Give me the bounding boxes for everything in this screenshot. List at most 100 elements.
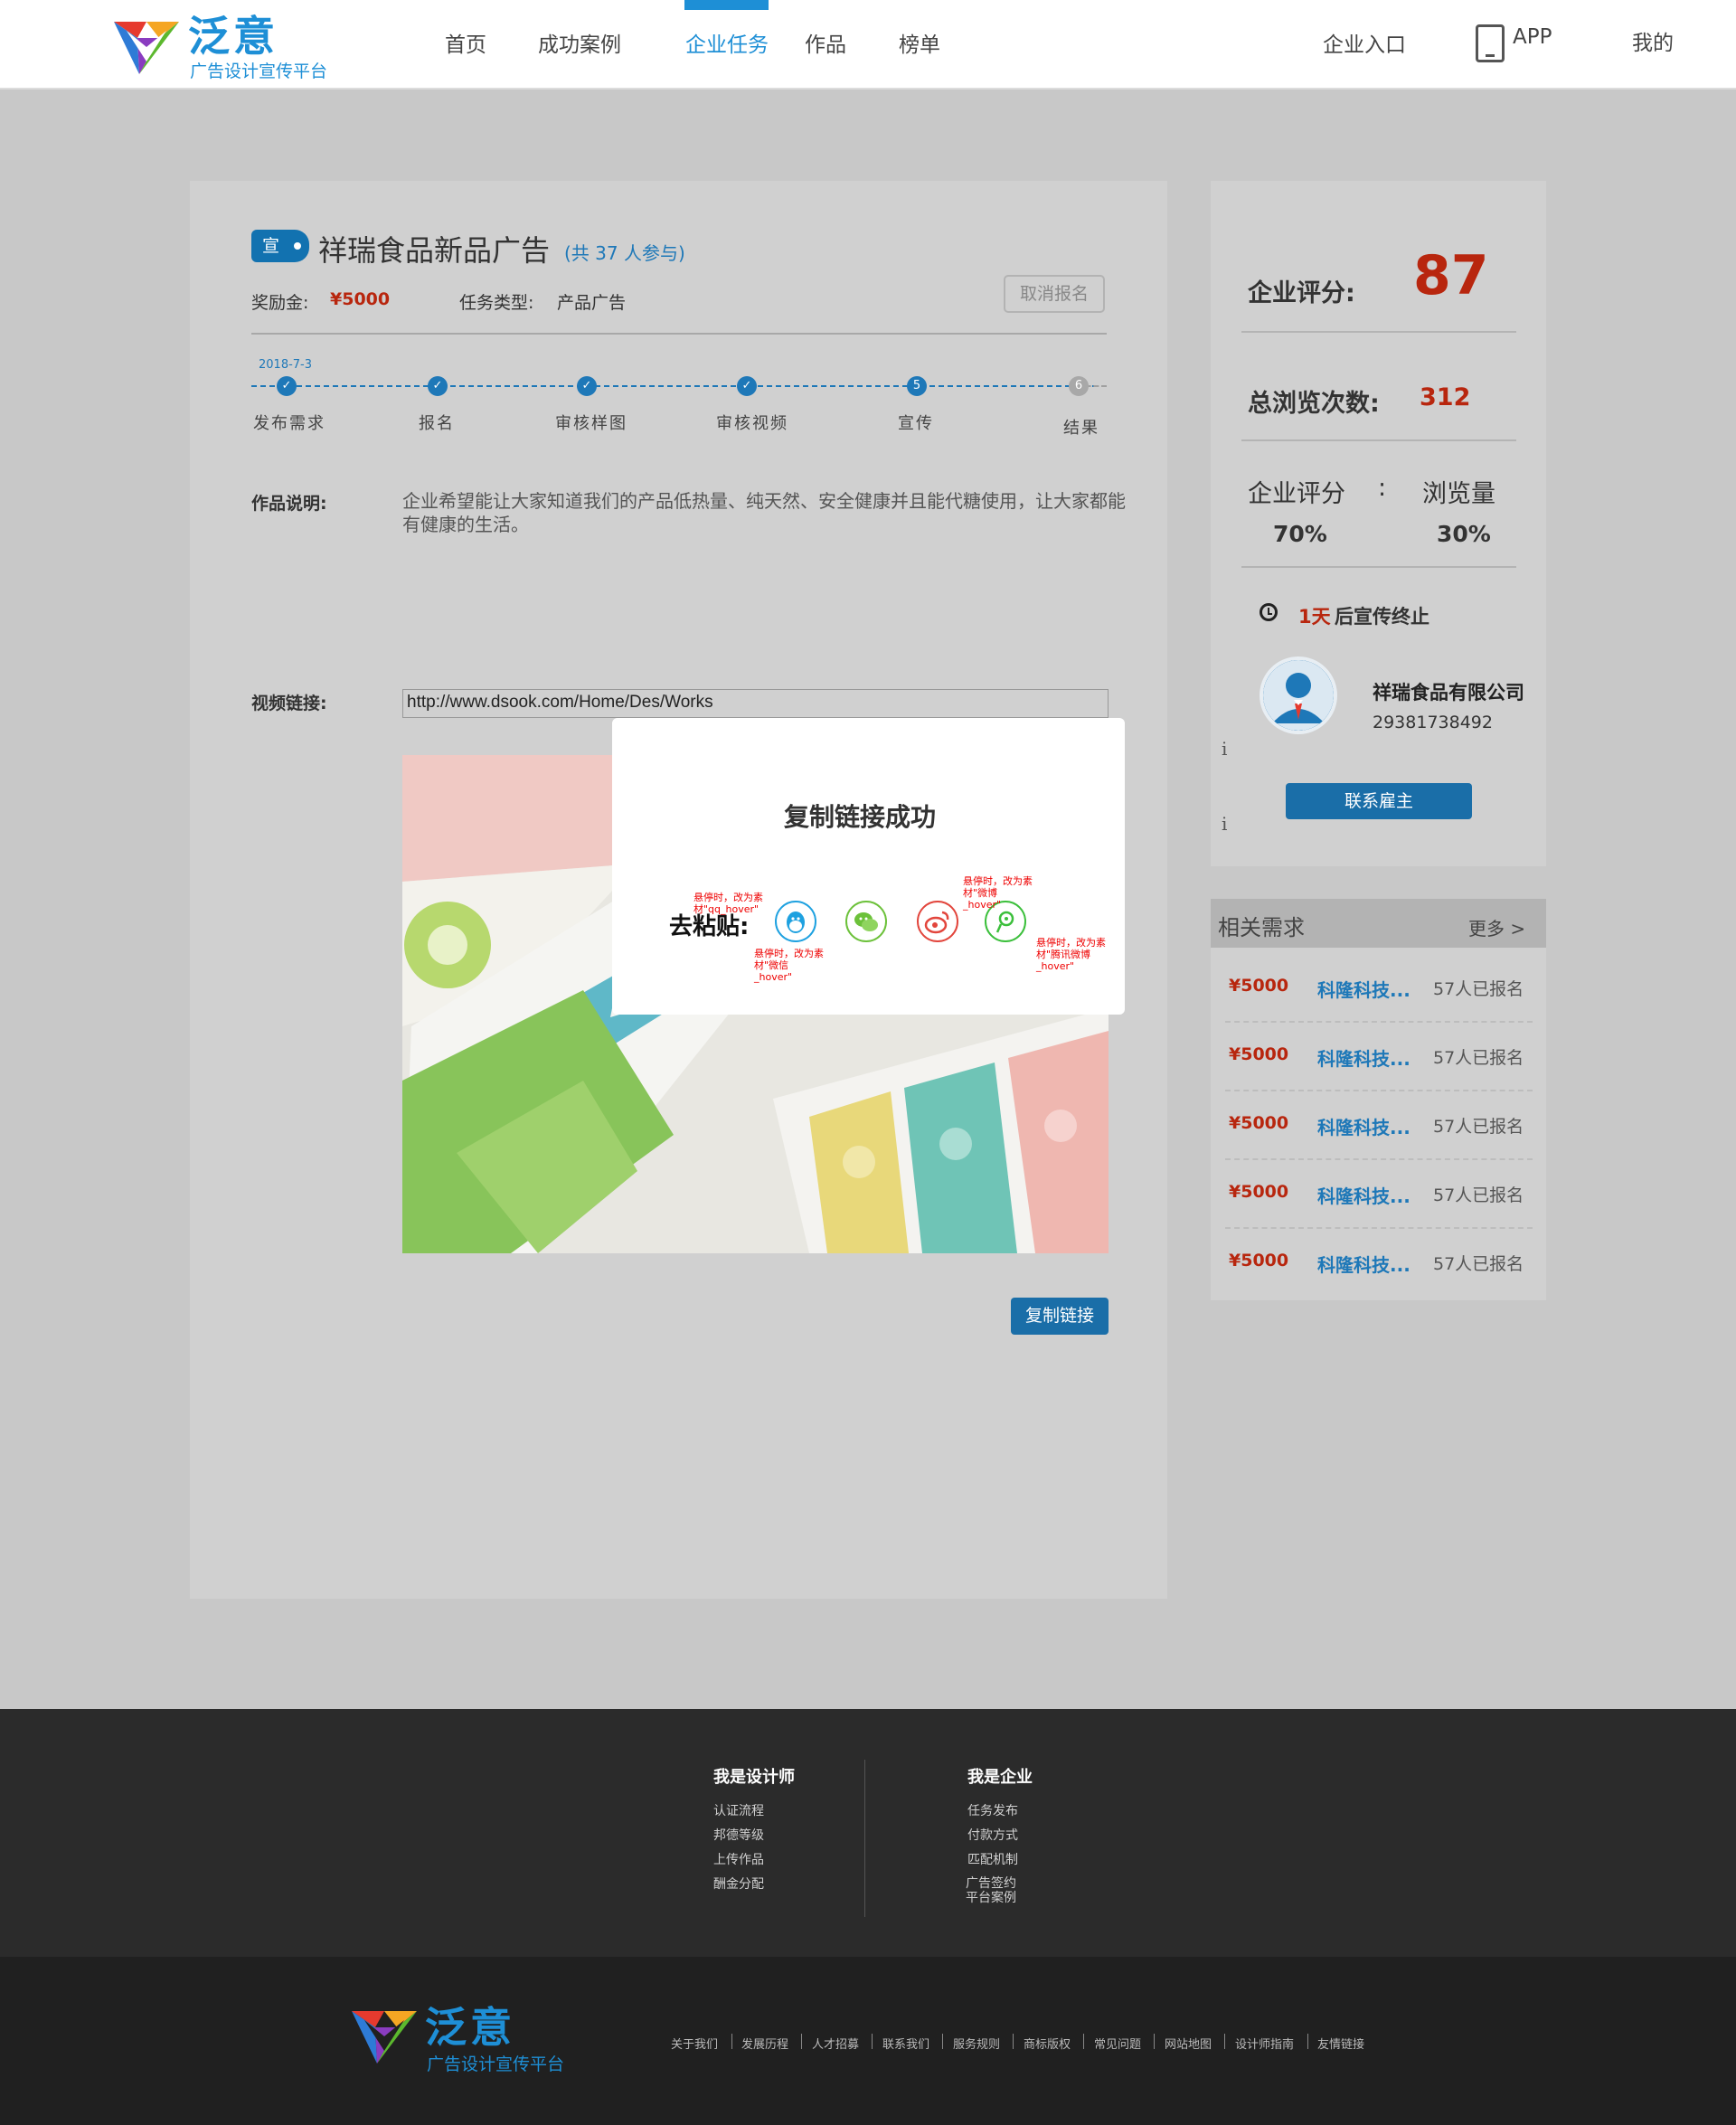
footer-bottom-bar (0, 1957, 1736, 2125)
related-item[interactable]: ¥5000 科隆科技... 57人已报名 (1225, 1023, 1533, 1091)
video-link-input[interactable]: http://www.dsook.com/Home/Des/Works (402, 689, 1109, 718)
annotation-weibo: 悬停时，改为素 材"微博 _hover" (963, 875, 1033, 911)
related-count: 57人已报名 (1433, 1048, 1524, 1068)
bottom-link[interactable]: 关于我们 (671, 2035, 718, 2052)
bottom-link[interactable]: 设计师指南 (1235, 2035, 1294, 2052)
bottom-separator (801, 2034, 802, 2049)
annotation-wechat: 悬停时，改为素 材"微信 _hover" (754, 948, 824, 983)
bottom-link[interactable]: 人才招募 (812, 2035, 859, 2052)
divider (1241, 331, 1516, 333)
related-name[interactable]: 科隆科技... (1317, 1182, 1410, 1208)
nav-enterprise-tasks[interactable]: 企业任务 (685, 27, 769, 58)
nav-enterprise-entry[interactable]: 企业入口 (1323, 27, 1406, 58)
related-name[interactable]: 科隆科技... (1317, 1251, 1410, 1277)
related-price: ¥5000 (1229, 1113, 1289, 1133)
nav-mine[interactable]: 我的 (1632, 25, 1674, 56)
countdown-text: 后宣传终止 (1335, 606, 1429, 628)
bottom-link[interactable]: 友情链接 (1317, 2035, 1364, 2052)
related-name[interactable]: 科隆科技... (1317, 1113, 1410, 1139)
cancel-signup-button[interactable]: 取消报名 (1004, 275, 1105, 313)
related-count: 57人已报名 (1433, 1254, 1524, 1274)
video-link-label: 视频链接: (251, 694, 327, 713)
countdown-value: 1天 (1298, 606, 1331, 628)
stray-glyph: i (1222, 813, 1228, 835)
tablet-icon[interactable] (1476, 24, 1505, 62)
nav-app[interactable]: APP (1513, 25, 1552, 49)
copy-link-button[interactable]: 复制链接 (1011, 1298, 1109, 1335)
bottom-separator (1307, 2034, 1308, 2049)
participant-count: (共 37 人参与) (564, 242, 685, 264)
nav-works[interactable]: 作品 (805, 27, 846, 58)
related-price: ¥5000 (1229, 1182, 1289, 1202)
nav-rankings[interactable]: 榜单 (899, 27, 940, 58)
nav-home[interactable]: 首页 (445, 27, 486, 58)
stray-glyph: i (1222, 738, 1228, 760)
ratio-score-label: 企业评分 (1248, 480, 1345, 508)
bottom-link[interactable]: 服务规则 (953, 2035, 1000, 2052)
description-text: 企业希望能让大家知道我们的产品低热量、纯天然、安全健康并且能代糖使用，让大家都能… (402, 490, 1126, 535)
related-title: 相关需求 (1218, 915, 1305, 940)
ratio-colon: : (1378, 474, 1387, 502)
progress-line (251, 385, 1107, 387)
footer-divider (864, 1760, 865, 1917)
bottom-link[interactable]: 发展历程 (741, 2035, 788, 2052)
step-done-icon: ✓ (277, 376, 297, 396)
step-label: 结果 (1063, 419, 1099, 438)
footer-link[interactable]: 广告签约 平台案例 (966, 1876, 1016, 1905)
bottom-separator (731, 2034, 732, 2049)
footer-link[interactable]: 匹配机制 (967, 1850, 1018, 1868)
bottom-link[interactable]: 常见问题 (1094, 2035, 1141, 2052)
related-header: 相关需求 更多 > (1211, 899, 1546, 948)
company-phone: 29381738492 (1373, 713, 1493, 732)
related-name[interactable]: 科隆科技... (1317, 976, 1410, 1002)
related-item[interactable]: ¥5000 科隆科技... 57人已报名 (1225, 954, 1533, 1023)
footer-link[interactable]: 邦德等级 (713, 1826, 764, 1844)
related-item[interactable]: ¥5000 科隆科技... 57人已报名 (1225, 1091, 1533, 1160)
score-value: 87 (1413, 244, 1489, 307)
wechat-icon[interactable] (845, 901, 887, 942)
footer-link[interactable]: 付款方式 (967, 1826, 1018, 1844)
related-item[interactable]: ¥5000 科隆科技... 57人已报名 (1225, 1160, 1533, 1229)
contact-employer-button[interactable]: 联系雇主 (1286, 783, 1472, 819)
footer-logo-title: 泛意 (425, 2003, 515, 2052)
company-name: 祥瑞食品有限公司 (1373, 682, 1524, 704)
weibo-icon[interactable] (917, 901, 958, 942)
related-item[interactable]: ¥5000 科隆科技... 57人已报名 (1225, 1229, 1533, 1298)
step-label: 审核视频 (716, 414, 788, 433)
ratio-views-value: 30% (1437, 521, 1491, 547)
step-done-icon: ✓ (428, 376, 448, 396)
bottom-link[interactable]: 联系我们 (882, 2035, 929, 2052)
footer-link[interactable]: 认证流程 (713, 1801, 764, 1819)
footer-link[interactable]: 酬金分配 (713, 1875, 764, 1893)
task-title: 祥瑞食品新品广告 (318, 233, 551, 268)
related-more-link[interactable]: 更多 > (1468, 914, 1525, 940)
bottom-link[interactable]: 商标版权 (1024, 2035, 1071, 2052)
step-label: 报名 (419, 414, 455, 433)
avatar (1260, 656, 1337, 734)
footer-enterprise-title: 我是企业 (967, 1768, 1033, 1787)
related-price: ¥5000 (1229, 1251, 1289, 1270)
ratio-views-label: 浏览量 (1422, 480, 1495, 508)
bottom-link[interactable]: 网站地图 (1165, 2035, 1212, 2052)
bottom-separator (1083, 2034, 1084, 2049)
nav-success-cases[interactable]: 成功案例 (538, 27, 621, 58)
related-name[interactable]: 科隆科技... (1317, 1044, 1410, 1071)
divider (251, 333, 1107, 335)
task-type-label: 任务类型: (459, 293, 534, 313)
copy-success-modal: 复制链接成功 去粘贴: 悬停时，改为素 材"qq_hover" 悬停时，改为素 … (612, 718, 1125, 1015)
footer-link[interactable]: 上传作品 (713, 1850, 764, 1868)
score-label: 企业评分: (1248, 279, 1355, 307)
footer-link[interactable]: 任务发布 (967, 1801, 1018, 1819)
reward-label: 奖励金: (251, 293, 309, 313)
step-pending-indicator: 6 (1069, 376, 1089, 396)
bottom-separator (1224, 2034, 1225, 2049)
qq-icon[interactable] (775, 901, 816, 942)
step-current-indicator: 5 (907, 376, 927, 396)
nav-active-indicator (684, 0, 769, 10)
task-type-value: 产品广告 (557, 293, 627, 313)
logo-icon[interactable] (110, 11, 183, 78)
footer-logo-icon (348, 2000, 420, 2067)
description-label: 作品说明: (251, 494, 327, 514)
divider (1241, 566, 1516, 568)
annotation-tencent-weibo: 悬停时，改为素 材"腾讯微博 _hover" (1036, 937, 1106, 972)
